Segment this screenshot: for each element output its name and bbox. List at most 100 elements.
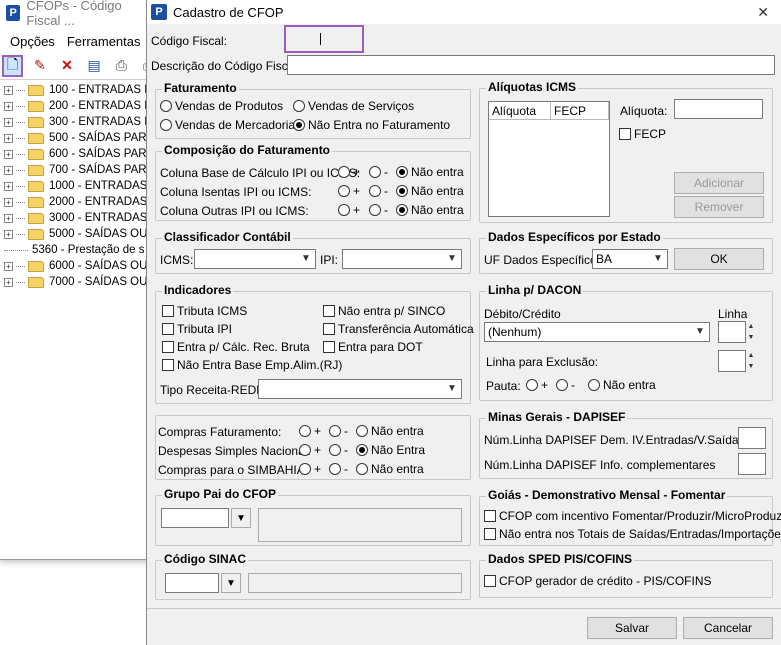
radio-vendas-servicos[interactable]: Vendas de Serviços bbox=[293, 99, 414, 113]
tree-item[interactable]: +1000 - ENTRADAS OU bbox=[0, 178, 168, 194]
check-nao-entra-sinco[interactable]: Não entra p/ SINCO bbox=[323, 304, 445, 318]
adicionar-button[interactable]: Adicionar bbox=[674, 172, 764, 194]
check-tributa-icms[interactable]: Tributa ICMS bbox=[162, 304, 247, 318]
check-cfop-gerador-credito[interactable]: CFOP gerador de crédito - PIS/COFINS bbox=[484, 574, 712, 588]
composicao-row-label: Coluna Isentas IPI ou ICMS: bbox=[160, 185, 312, 199]
radio-composicao-minus[interactable]: - bbox=[369, 165, 388, 179]
expand-plus-icon[interactable]: + bbox=[4, 165, 13, 175]
new-document-icon[interactable]: 🗋 bbox=[2, 54, 24, 77]
expand-plus-icon[interactable]: + bbox=[4, 149, 13, 159]
aliquota-input[interactable] bbox=[674, 99, 763, 119]
uf-combo[interactable]: BA ▼ bbox=[592, 249, 668, 269]
expand-plus-icon[interactable]: + bbox=[4, 229, 13, 239]
tree-item[interactable]: +5000 - SAÍDAS OU PR bbox=[0, 226, 167, 242]
expand-plus-icon[interactable]: + bbox=[4, 133, 13, 143]
radio-compras-plus[interactable]: + bbox=[299, 462, 321, 476]
check-entra-calc-rec-bruta[interactable]: Entra p/ Cálc. Rec. Bruta bbox=[162, 340, 310, 354]
radio-compras-nao-entra[interactable]: Não entra bbox=[356, 424, 424, 438]
tree-item[interactable]: +200 - ENTRADAS DE C bbox=[0, 98, 172, 114]
radio-compras-nao-entra[interactable]: Não Entra bbox=[356, 443, 425, 457]
descricao-input[interactable] bbox=[287, 55, 775, 75]
radio-vendas-mercadorias[interactable]: Vendas de Mercadorias bbox=[160, 118, 301, 132]
delete-x-icon[interactable]: ✕ bbox=[56, 55, 77, 77]
radio-composicao-plus[interactable]: + bbox=[338, 184, 360, 198]
tree-item[interactable]: +600 - SAÍDAS PARA C bbox=[0, 146, 165, 162]
radio-composicao-plus[interactable]: + bbox=[338, 165, 360, 179]
expand-plus-icon[interactable]: + bbox=[4, 101, 13, 111]
minas-row2-input[interactable] bbox=[738, 453, 766, 475]
chevron-down-icon: ▼ bbox=[653, 253, 663, 264]
salvar-button[interactable]: Salvar bbox=[587, 617, 677, 639]
check-nao-entra-totais[interactable]: Não entra nos Totais de Saídas/Entradas/… bbox=[484, 527, 781, 541]
linha-exclusao-spinner[interactable]: ▲ ▼ bbox=[718, 350, 756, 372]
tree-item[interactable]: +6000 - SAÍDAS OU PR bbox=[0, 258, 167, 274]
expand-plus-icon[interactable]: + bbox=[4, 181, 13, 191]
radio-compras-nao-entra[interactable]: Não entra bbox=[356, 462, 424, 476]
ipi-label: IPI: bbox=[320, 253, 339, 267]
radio-composicao-plus[interactable]: + bbox=[338, 203, 360, 217]
tree-item[interactable]: +700 - SAÍDAS PARA C bbox=[0, 162, 165, 178]
check-cfop-incentivo[interactable]: CFOP com incentivo Fomentar/Produzir/Mic… bbox=[484, 509, 781, 523]
expand-plus-icon[interactable]: + bbox=[4, 117, 13, 127]
radio-composicao-nao-entra[interactable]: Não entra bbox=[396, 184, 464, 198]
chevron-down-icon[interactable]: ▼ bbox=[231, 508, 251, 528]
compras-group: Compras Faturamento: + - Não entra Despes… bbox=[155, 415, 471, 480]
tree-item[interactable]: +3000 - ENTRADAS OU bbox=[0, 210, 168, 226]
menu-ferramentas[interactable]: Ferramentas bbox=[67, 34, 141, 49]
expand-plus-icon[interactable]: + bbox=[4, 261, 13, 271]
grupo-pai-input[interactable] bbox=[161, 508, 229, 528]
radio-compras-plus[interactable]: + bbox=[299, 443, 321, 457]
check-tributa-ipi[interactable]: Tributa IPI bbox=[162, 322, 232, 336]
tipo-receita-combo[interactable]: ▼ bbox=[258, 379, 462, 399]
minas-row1-input[interactable] bbox=[738, 427, 766, 449]
tree-item[interactable]: +500 - SAÍDAS PARA C bbox=[0, 130, 165, 146]
radio-compras-minus[interactable]: - bbox=[329, 462, 348, 476]
radio-nao-entra-faturamento[interactable]: Não Entra no Faturamento bbox=[293, 118, 450, 132]
radio-compras-minus[interactable]: - bbox=[329, 424, 348, 438]
chevron-down-icon[interactable]: ▼ bbox=[221, 573, 241, 593]
tree-item[interactable]: +100 - ENTRADAS DE E bbox=[0, 82, 171, 98]
radio-pauta-nao-entra[interactable]: Não entra bbox=[588, 378, 656, 392]
minas-title: Minas Gerais - DAPISEF bbox=[486, 410, 628, 424]
ipi-combo[interactable]: ▼ bbox=[342, 249, 462, 269]
expand-plus-icon[interactable]: + bbox=[4, 213, 13, 223]
radio-pauta-minus[interactable]: - bbox=[556, 378, 575, 392]
cancelar-button[interactable]: Cancelar bbox=[683, 617, 773, 639]
codigo-fiscal-input[interactable] bbox=[284, 25, 364, 53]
radio-composicao-nao-entra[interactable]: Não entra bbox=[396, 203, 464, 217]
linha-spinner[interactable]: ▲ ▼ bbox=[718, 321, 756, 343]
tree-item[interactable]: 5360 - Prestação de s bbox=[0, 242, 159, 258]
tree-item[interactable]: +2000 - ENTRADAS OU bbox=[0, 194, 168, 210]
edit-pencil-icon[interactable]: ✎ bbox=[29, 55, 50, 77]
up-down-arrows-icon: ▲ ▼ bbox=[747, 323, 755, 341]
codigo-sinac-input[interactable] bbox=[165, 573, 219, 593]
radio-composicao-minus[interactable]: - bbox=[369, 203, 388, 217]
radio-pauta-plus[interactable]: + bbox=[526, 378, 548, 392]
remover-button[interactable]: Remover bbox=[674, 196, 764, 218]
radio-compras-plus[interactable]: + bbox=[299, 424, 321, 438]
radio-composicao-nao-entra[interactable]: Não entra bbox=[396, 165, 464, 179]
menu-opcoes[interactable]: Opções bbox=[10, 34, 55, 49]
radio-compras-minus[interactable]: - bbox=[329, 443, 348, 457]
radio-vendas-produtos[interactable]: Vendas de Produtos bbox=[160, 99, 283, 113]
search-list-icon[interactable]: ▤ bbox=[84, 55, 105, 77]
tree-item[interactable]: +7000 - SAÍDAS OU PR bbox=[0, 274, 167, 290]
check-transferencia-automatica[interactable]: Transferência Automática bbox=[323, 322, 474, 336]
check-entra-para-dot[interactable]: Entra para DOT bbox=[323, 340, 423, 354]
aliquotas-grid[interactable]: Alíquota FECP bbox=[488, 101, 610, 217]
close-icon[interactable]: ✕ bbox=[757, 4, 769, 21]
radio-composicao-minus[interactable]: - bbox=[369, 184, 388, 198]
icms-combo[interactable]: ▼ bbox=[194, 249, 316, 269]
debito-credito-combo[interactable]: (Nenhum) ▼ bbox=[484, 322, 710, 342]
tree-item[interactable]: +300 - ENTRADAS DE E bbox=[0, 114, 171, 130]
check-fecp[interactable]: FECP bbox=[619, 127, 666, 141]
expand-plus-icon[interactable]: + bbox=[4, 277, 13, 287]
print-icon[interactable]: ⎙ bbox=[111, 55, 132, 77]
expand-plus-icon[interactable]: + bbox=[4, 85, 13, 95]
check-nao-entra-base-emp-alim[interactable]: Não Entra Base Emp.Alim.(RJ) bbox=[162, 358, 342, 372]
faturamento-group: Faturamento Vendas de Produtos Vendas de… bbox=[155, 81, 471, 139]
ok-button[interactable]: OK bbox=[674, 248, 764, 270]
expand-plus-icon[interactable]: + bbox=[4, 197, 13, 207]
column-fecp[interactable]: FECP bbox=[551, 102, 609, 119]
column-aliquota[interactable]: Alíquota bbox=[489, 102, 551, 119]
